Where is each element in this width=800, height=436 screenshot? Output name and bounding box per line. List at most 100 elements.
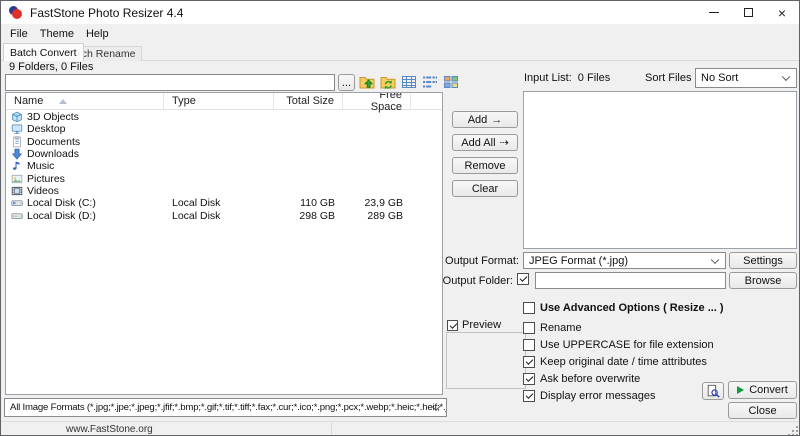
item-type: Local Disk — [164, 197, 274, 209]
item-icon — [11, 148, 23, 160]
item-free-space: 23,9 GB — [343, 197, 411, 209]
remove-button[interactable]: Remove — [452, 157, 518, 174]
checkbox[interactable] — [523, 322, 535, 334]
close-button[interactable]: Close — [728, 402, 797, 419]
window-title: FastStone Photo Resizer 4.4 — [30, 6, 183, 20]
item-type: Local Disk — [164, 210, 274, 222]
preview-document-icon — [706, 384, 720, 398]
item-icon — [11, 111, 23, 123]
table-row[interactable]: Documents — [6, 136, 442, 148]
website-label: www.FastStone.org — [66, 424, 153, 435]
column-header-total-size[interactable]: Total Size — [274, 93, 343, 109]
checkbox[interactable] — [523, 339, 535, 351]
checkbox[interactable] — [523, 373, 535, 385]
item-total-size: 110 GB — [274, 197, 343, 209]
folder-up-icon[interactable] — [359, 74, 375, 90]
option-checkbox-row[interactable]: Keep original date / time attributes — [523, 353, 793, 370]
arrow-right-dashed-icon: ⇢ — [500, 136, 509, 149]
table-row[interactable]: Music — [6, 160, 442, 172]
item-icon — [11, 185, 23, 197]
checkbox-label: Ask before overwrite — [540, 373, 640, 385]
item-name: Local Disk (C:) — [27, 197, 96, 209]
browser-toolbar-icons — [359, 74, 459, 90]
item-name: Local Disk (D:) — [27, 210, 96, 222]
view-details-icon[interactable] — [401, 74, 417, 90]
browse-path-button[interactable]: ... — [338, 74, 355, 91]
advanced-options-label: Use Advanced Options ( Resize ... ) — [540, 302, 724, 314]
column-header-name[interactable]: Name — [6, 93, 164, 109]
output-folder-checkbox[interactable] — [517, 273, 529, 285]
checkbox-label: Display error messages — [540, 390, 656, 402]
item-name: Downloads — [27, 148, 79, 160]
item-free-space: 289 GB — [343, 210, 411, 222]
column-header-free-space[interactable]: Free Space — [343, 93, 411, 109]
item-icon — [11, 210, 23, 222]
preview-pane — [446, 332, 526, 389]
image-format-filter-select[interactable]: All Image Formats (*.jpg;*.jpe;*.jpeg;*.… — [4, 398, 447, 417]
table-row[interactable]: Local Disk (D:) Local Disk 298 GB 289 GB — [6, 209, 442, 221]
folder-refresh-icon[interactable] — [380, 74, 396, 90]
clear-button[interactable]: Clear — [452, 180, 518, 197]
advanced-options-row[interactable]: Use Advanced Options ( Resize ... ) — [523, 302, 724, 314]
close-icon: × — [778, 6, 786, 20]
checkbox-label: Rename — [540, 322, 582, 334]
statusbar: www.FastStone.org — [1, 421, 799, 436]
preview-label: Preview — [462, 319, 501, 331]
item-total-size: 298 GB — [274, 210, 343, 222]
table-row[interactable]: Desktop — [6, 123, 442, 135]
convert-button[interactable]: Convert — [728, 381, 797, 399]
sort-files-value: No Sort — [701, 72, 738, 84]
minimize-button[interactable] — [697, 1, 731, 24]
folder-count-label: 9 Folders, 0 Files — [9, 61, 93, 73]
minimize-icon — [709, 12, 719, 13]
input-file-listbox[interactable] — [523, 91, 797, 249]
close-window-button[interactable]: × — [765, 1, 799, 24]
tab-batch-convert[interactable]: Batch Convert — [3, 43, 84, 61]
checkbox-label: Use UPPERCASE for file extension — [540, 339, 714, 351]
add-all-button[interactable]: Add All⇢ — [452, 134, 518, 151]
menu-help[interactable]: Help — [80, 26, 115, 42]
output-folder-input[interactable] — [535, 272, 726, 289]
menu-file[interactable]: File — [4, 26, 34, 42]
resize-grip[interactable] — [786, 424, 798, 436]
table-row[interactable]: Local Disk (C:) Local Disk 110 GB 23,9 G… — [6, 197, 442, 209]
advanced-options-checkbox[interactable] — [523, 302, 535, 314]
preview-convert-button[interactable] — [702, 382, 724, 400]
output-format-label: Output Format: — [429, 255, 519, 267]
item-name: Videos — [27, 185, 59, 197]
column-header-type[interactable]: Type — [164, 93, 274, 109]
chevron-down-icon — [782, 73, 790, 81]
sort-files-select[interactable]: No Sort — [695, 68, 797, 88]
play-icon — [737, 386, 744, 394]
table-row[interactable]: Downloads — [6, 148, 442, 160]
file-list-body: 3D Objects Desktop Documents Downloads M — [6, 110, 442, 222]
tabstrip: Batch Convert Batch Rename — [1, 43, 799, 61]
item-icon — [11, 123, 23, 135]
checkbox[interactable] — [523, 390, 535, 402]
window-controls: × — [697, 1, 799, 24]
checkbox[interactable] — [523, 356, 535, 368]
output-format-value: JPEG Format (*.jpg) — [529, 255, 628, 267]
maximize-button[interactable] — [731, 1, 765, 24]
table-row[interactable]: Videos — [6, 185, 442, 197]
output-format-select[interactable]: JPEG Format (*.jpg) — [523, 252, 726, 269]
table-row[interactable]: Pictures — [6, 172, 442, 184]
item-name: Music — [27, 160, 54, 172]
status-divider — [331, 423, 332, 436]
column-header-name-label: Name — [14, 95, 43, 107]
option-checkbox-row[interactable]: Rename — [523, 319, 793, 336]
browse-folder-button[interactable]: Browse — [729, 272, 797, 289]
view-list-icon[interactable] — [422, 74, 438, 90]
preview-row[interactable]: Preview — [447, 319, 501, 331]
view-thumbs-icon[interactable] — [443, 74, 459, 90]
folder-tree-panel[interactable]: Name Type Total Size Free Space 3D Objec… — [5, 92, 443, 395]
settings-button[interactable]: Settings — [729, 252, 797, 269]
menu-theme[interactable]: Theme — [34, 26, 80, 42]
convert-label: Convert — [749, 384, 788, 396]
add-button[interactable]: Add→ — [452, 111, 518, 128]
app-logo-icon — [9, 6, 23, 20]
option-checkbox-row[interactable]: Use UPPERCASE for file extension — [523, 336, 793, 353]
path-input[interactable] — [5, 74, 335, 91]
sort-ascending-icon — [59, 99, 67, 104]
preview-checkbox[interactable] — [447, 320, 458, 331]
